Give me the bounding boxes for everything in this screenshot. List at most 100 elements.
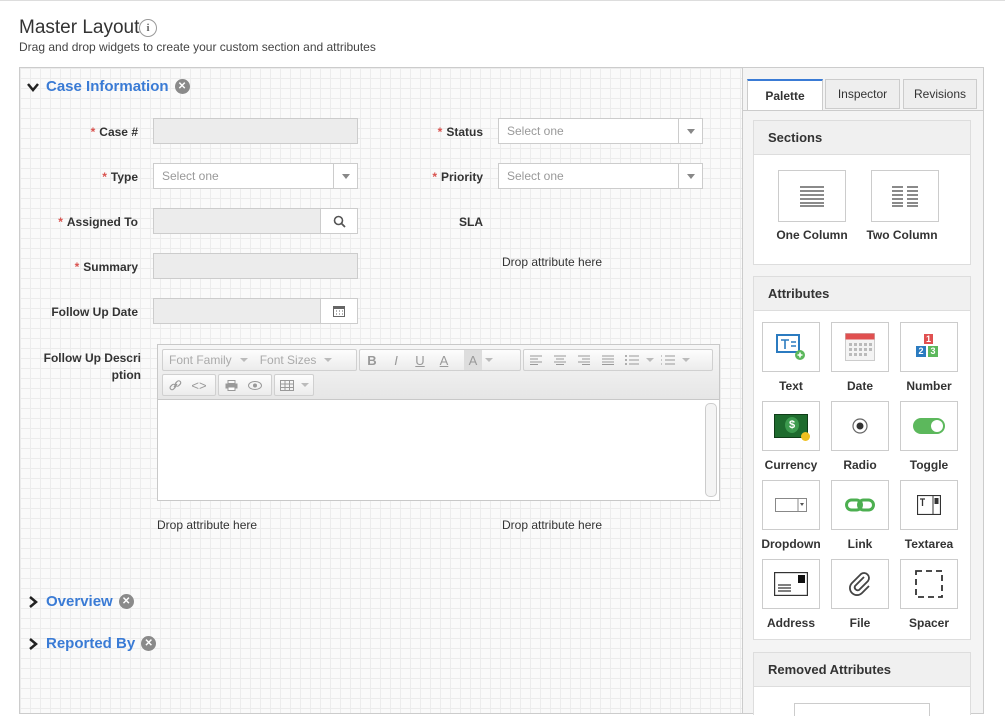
chevron-down-icon[interactable] xyxy=(26,80,40,94)
close-icon[interactable]: ✕ xyxy=(174,79,190,94)
one-column-widget[interactable] xyxy=(778,170,846,222)
chevron-down-icon[interactable] xyxy=(299,375,311,395)
bullet-list-icon[interactable] xyxy=(620,350,644,370)
type-select[interactable]: Select one xyxy=(153,163,358,189)
chevron-right-icon[interactable] xyxy=(26,637,40,651)
currency-widget-label: Currency xyxy=(764,458,818,472)
removed-attributes-box: Removed Attributes xyxy=(753,652,971,716)
tab-inspector[interactable]: Inspector xyxy=(825,79,900,109)
status-select[interactable]: Select one xyxy=(498,118,703,144)
align-left-icon[interactable] xyxy=(524,350,548,370)
text-widget-label: Text xyxy=(779,379,803,393)
align-right-icon[interactable] xyxy=(572,350,596,370)
address-widget[interactable] xyxy=(762,559,820,609)
text-widget[interactable] xyxy=(762,322,820,372)
chevron-down-icon[interactable] xyxy=(678,119,702,143)
background-color-button[interactable]: A xyxy=(464,350,482,370)
date-widget-label: Date xyxy=(846,379,873,393)
summary-label: * Summary xyxy=(74,260,138,274)
search-button[interactable] xyxy=(320,209,357,233)
radio-widget-label: Radio xyxy=(843,458,877,472)
chevron-down-icon[interactable] xyxy=(678,164,702,188)
priority-select[interactable]: Select one xyxy=(498,163,703,189)
chevron-down-icon[interactable] xyxy=(333,164,357,188)
editor-scrollbar[interactable] xyxy=(705,403,717,497)
drop-zone[interactable]: Drop attribute here xyxy=(502,518,602,532)
dropdown-widget[interactable] xyxy=(762,480,820,530)
removed-attributes-dropzone[interactable] xyxy=(794,703,930,716)
section-header-overview[interactable]: Overview ✕ xyxy=(26,593,134,610)
chevron-right-icon[interactable] xyxy=(26,595,40,609)
bold-button[interactable]: B xyxy=(360,350,384,370)
underline-button[interactable]: U xyxy=(408,350,432,370)
font-size-select[interactable]: Font Sizes xyxy=(254,353,339,367)
text-icon xyxy=(776,334,805,360)
one-column-label: One Column xyxy=(776,228,848,242)
drop-zone[interactable]: Drop attribute here xyxy=(157,518,257,532)
preview-eye-icon[interactable] xyxy=(243,375,267,395)
page-title: Master Layout xyxy=(19,17,140,38)
currency-widget[interactable]: $ xyxy=(762,401,820,451)
currency-icon: $ xyxy=(774,414,810,441)
section-title[interactable]: Overview xyxy=(46,593,113,610)
section-title[interactable]: Case Information xyxy=(46,78,169,95)
tab-revisions[interactable]: Revisions xyxy=(903,79,977,109)
tab-palette[interactable]: Palette xyxy=(747,79,823,111)
sla-label: SLA xyxy=(459,215,483,229)
editor-content-area[interactable] xyxy=(158,400,703,499)
drop-zone[interactable]: Drop attribute here xyxy=(502,255,602,269)
calendar-button[interactable] xyxy=(320,299,357,323)
assigned-to-field[interactable] xyxy=(153,208,358,234)
close-icon[interactable]: ✕ xyxy=(141,636,157,651)
case-number-field[interactable] xyxy=(153,118,358,144)
chevron-down-icon[interactable] xyxy=(680,350,692,370)
chevron-down-icon[interactable] xyxy=(482,350,496,370)
type-label: * Type xyxy=(102,170,138,184)
two-column-label: Two Column xyxy=(866,228,938,242)
section-header-case-information[interactable]: Case Information ✕ xyxy=(26,78,190,95)
priority-label: * Priority xyxy=(432,170,483,184)
tab-divider xyxy=(743,110,983,111)
align-justify-icon[interactable] xyxy=(596,350,620,370)
table-icon[interactable] xyxy=(275,375,299,395)
chevron-down-icon[interactable] xyxy=(644,350,656,370)
spacer-widget-label: Spacer xyxy=(908,616,950,630)
radio-icon xyxy=(852,418,868,434)
section-title[interactable]: Reported By xyxy=(46,635,135,652)
spacer-widget[interactable] xyxy=(900,559,958,609)
two-column-widget[interactable] xyxy=(871,170,939,222)
font-color-button[interactable]: A xyxy=(432,350,456,370)
toggle-widget-label: Toggle xyxy=(909,458,949,472)
top-divider xyxy=(0,0,1005,1)
status-select-value: Select one xyxy=(507,124,564,138)
number-icon: 1 2 3 xyxy=(916,334,942,360)
attributes-box: Attributes Text Date 1 2 3 Number $ Curr… xyxy=(753,276,971,640)
dropdown-icon xyxy=(775,498,807,512)
summary-field[interactable] xyxy=(153,253,358,279)
file-widget-label: File xyxy=(849,616,871,630)
toggle-widget[interactable] xyxy=(900,401,958,451)
follow-up-date-field[interactable] xyxy=(153,298,358,324)
link-icon[interactable] xyxy=(163,375,187,395)
italic-button[interactable]: I xyxy=(384,350,408,370)
info-icon[interactable]: i xyxy=(139,19,157,37)
one-column-icon xyxy=(800,186,824,207)
radio-widget[interactable] xyxy=(831,401,889,451)
alignment-buttons xyxy=(523,349,713,371)
close-icon[interactable]: ✕ xyxy=(118,594,134,609)
date-widget[interactable] xyxy=(831,322,889,372)
section-header-reported-by[interactable]: Reported By ✕ xyxy=(26,635,157,652)
code-icon[interactable]: <> xyxy=(187,375,211,395)
follow-up-description-label: Follow Up Descri ption xyxy=(43,351,141,382)
align-center-icon[interactable] xyxy=(548,350,572,370)
file-widget[interactable] xyxy=(831,559,889,609)
numbered-list-icon[interactable] xyxy=(656,350,680,370)
link-widget[interactable] xyxy=(831,480,889,530)
number-widget[interactable]: 1 2 3 xyxy=(900,322,958,372)
font-family-select[interactable]: Font Family xyxy=(163,353,254,367)
dropdown-widget-label: Dropdown xyxy=(761,537,821,551)
textarea-widget[interactable] xyxy=(900,480,958,530)
paperclip-icon xyxy=(849,572,870,596)
print-icon[interactable] xyxy=(219,375,243,395)
widget-panel: Palette Inspector Revisions Sections One… xyxy=(742,67,984,716)
